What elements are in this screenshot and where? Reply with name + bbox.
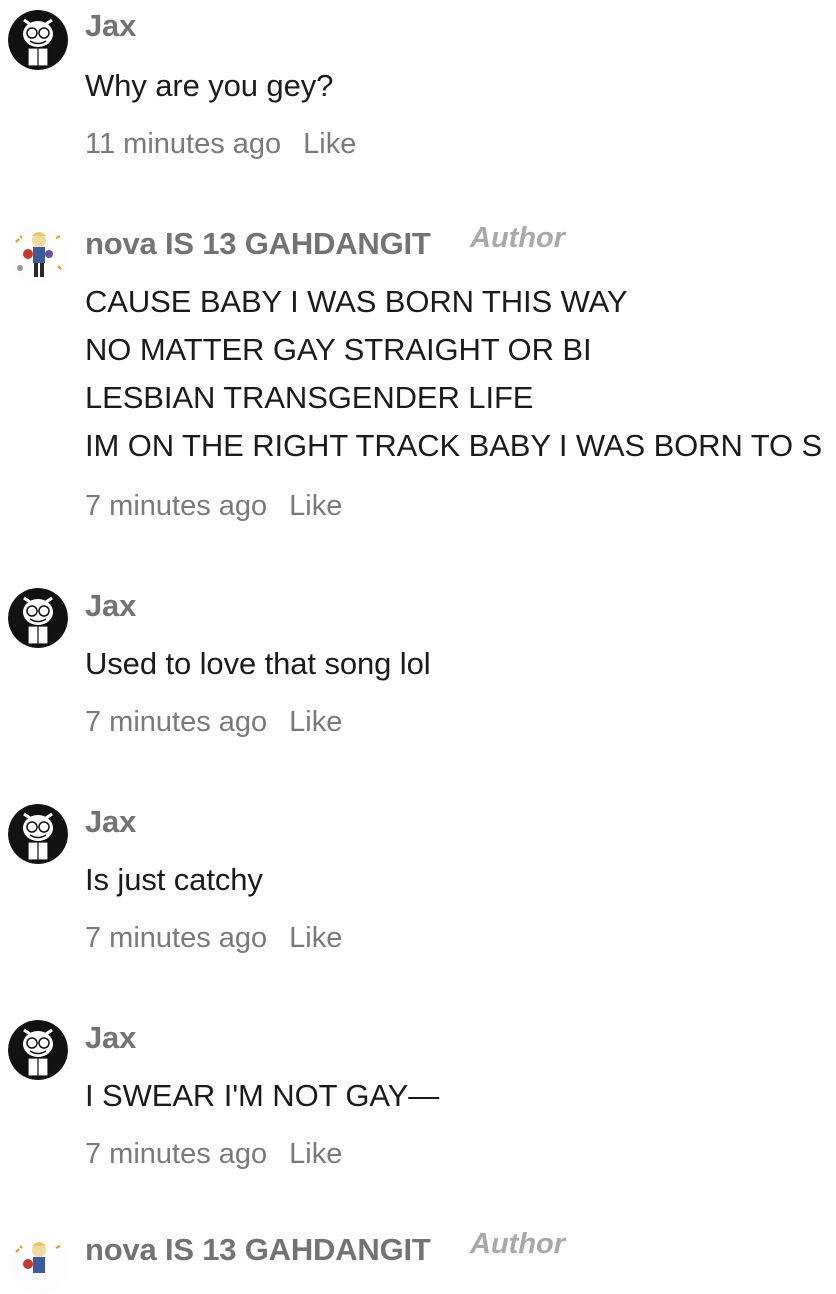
comment-body: I SWEAR I'M NOT GAY— — [85, 1072, 439, 1120]
comment-text-line: NO MATTER GAY STRAIGHT OR BI — [85, 332, 592, 367]
comment-text-line: CAUSE BABY I WAS BORN THIS WAY — [85, 284, 628, 319]
comment-meta: 11 minutes ago Like — [85, 128, 356, 161]
comment-text-line: Used to love that song lol — [85, 646, 431, 681]
comment-body: Why are you gey? — [85, 62, 333, 110]
comment-text-line: I SWEAR I'M NOT GAY— — [85, 1078, 440, 1113]
comment-body: Used to love that song lol — [85, 640, 431, 688]
comment-text-line: Is just catchy — [85, 862, 263, 897]
comment-timestamp: 7 minutes ago — [85, 922, 268, 954]
jax-avatar-icon[interactable] — [8, 588, 68, 648]
comment-author-name[interactable]: Jax — [85, 804, 136, 840]
like-button[interactable]: Like — [289, 706, 342, 738]
jax-avatar-icon[interactable] — [8, 804, 68, 864]
like-button[interactable]: Like — [303, 128, 356, 160]
like-button[interactable]: Like — [289, 922, 342, 954]
nova-avatar-icon[interactable] — [8, 224, 68, 284]
comment-meta: 7 minutes ago Like — [85, 490, 342, 523]
comment-author-name[interactable]: Jax — [85, 1020, 136, 1056]
comment-meta: 7 minutes ago Like — [85, 1138, 342, 1171]
author-badge: Author — [470, 1228, 566, 1260]
author-badge: Author — [470, 222, 566, 254]
comment-text-line: IM ON THE RIGHT TRACK BABY I WAS BORN TO… — [85, 428, 823, 463]
comment-text-line: LESBIAN TRANSGENDER LIFE — [85, 380, 534, 415]
comment-timestamp: 7 minutes ago — [85, 706, 268, 738]
comment-body: Is just catchy — [85, 856, 263, 904]
comment-author-name[interactable]: nova IS 13 GAHDANGIT — [85, 226, 431, 262]
comment-timestamp: 11 minutes ago — [85, 128, 282, 160]
jax-avatar-icon[interactable] — [8, 1020, 68, 1080]
comment-timestamp: 7 minutes ago — [85, 490, 268, 522]
like-button[interactable]: Like — [289, 1138, 342, 1170]
comment-timestamp: 7 minutes ago — [85, 1138, 268, 1170]
nova-avatar-icon[interactable] — [8, 1234, 68, 1294]
comment-meta: 7 minutes ago Like — [85, 922, 342, 955]
comment-body: CAUSE BABY I WAS BORN THIS WAY NO MATTER… — [85, 278, 822, 470]
jax-avatar-icon[interactable] — [8, 10, 68, 70]
comment-author-name[interactable]: Jax — [85, 8, 136, 44]
like-button[interactable]: Like — [289, 490, 342, 522]
comment-author-name[interactable]: nova IS 13 GAHDANGIT — [85, 1232, 431, 1268]
comment-author-name[interactable]: Jax — [85, 588, 136, 624]
comment-text-line: Why are you gey? — [85, 68, 334, 103]
comment-meta: 7 minutes ago Like — [85, 706, 342, 739]
